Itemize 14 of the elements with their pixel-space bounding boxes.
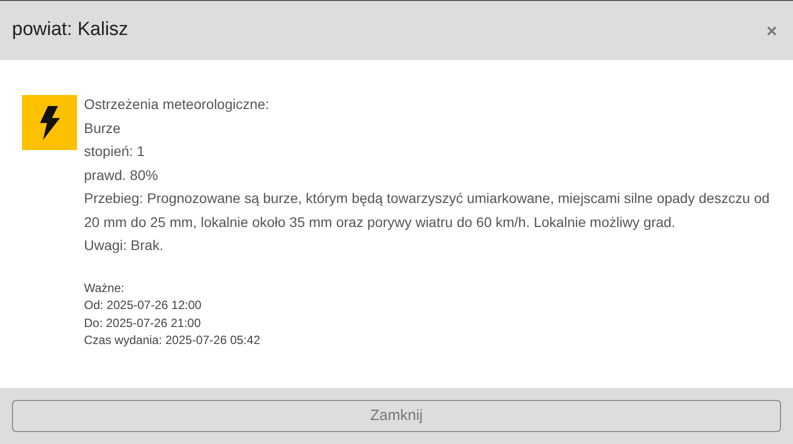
warning-text: Uwagi: Brak. [84,236,164,255]
dialog-title: powiat: Kalisz [12,18,128,42]
lightning-icon [22,95,77,150]
validity-text: Od: 2025-07-26 12:00 [84,297,202,314]
warning-text: Przebieg: Prognozowane są burze, którym będą towarzyszyć umiarkowane, miejscami silne opady deszczu od 20 mm do 25 mm, lokalnie około 35 mm oraz porywy wiatru do 60 km/h. Lokalnie możliwy grad. [84,189,771,232]
validity-text: Do: 2025-07-26 21:00 [84,314,202,332]
close-dialog-button[interactable]: Zamknij [12,400,781,432]
warning-text: prawd. 80% [84,166,159,185]
close-button[interactable]: × [762,22,781,40]
validity-text: Ważne: [84,280,126,296]
warning-text: stopień: 1 [84,142,146,161]
warning-text: Burze [84,118,122,138]
validity-text: Czas wydania: 2025-07-26 05:42 [84,332,262,349]
warning-text: Ostrzeżenia meteorologiczne: [84,95,270,114]
